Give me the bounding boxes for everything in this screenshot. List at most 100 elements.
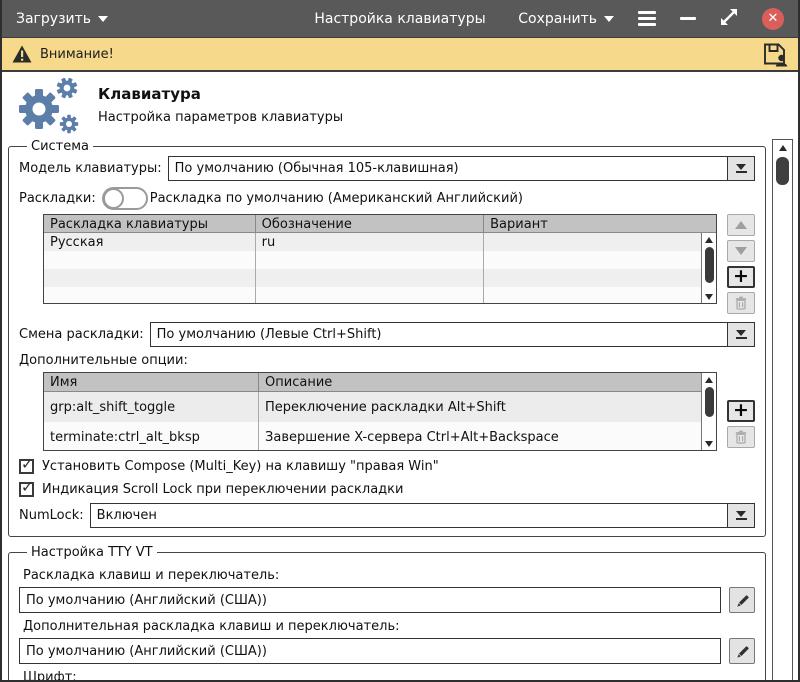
delete-layout-button[interactable] bbox=[727, 292, 755, 314]
scroll-down-icon[interactable] bbox=[702, 290, 716, 303]
move-up-button[interactable] bbox=[727, 214, 755, 236]
chevron-down-icon bbox=[736, 330, 746, 336]
scroll-up-icon[interactable] bbox=[702, 373, 716, 386]
layout-switch-row: Смена раскладки: По умолчанию (Левые Ctr… bbox=[19, 322, 755, 347]
table-row[interactable]: Русская ru bbox=[44, 233, 716, 251]
scroll-down-icon[interactable] bbox=[702, 437, 716, 450]
warning-text: Внимание! bbox=[40, 47, 114, 62]
add-option-button[interactable]: + bbox=[727, 400, 755, 422]
edit-tty-extra-layout-button[interactable] bbox=[729, 638, 755, 664]
minimize-button[interactable] bbox=[680, 17, 696, 20]
page-subtitle: Настройка параметров клавиатуры bbox=[98, 110, 343, 125]
chevron-down-icon bbox=[604, 16, 614, 22]
warning-banner: Внимание! bbox=[2, 37, 798, 72]
scrollbar-thumb[interactable] bbox=[776, 157, 789, 185]
tty-extra-layout-row: По умолчанию (Английский (США)) bbox=[19, 638, 755, 664]
tty-font-label: Шрифт: bbox=[23, 670, 755, 682]
keyboard-model-select[interactable]: По умолчанию (Обычная 105-клавишная) bbox=[168, 156, 755, 181]
keyboard-model-value: По умолчанию (Обычная 105-клавишная) bbox=[169, 157, 727, 180]
column-header: Обозначение bbox=[256, 215, 484, 232]
minimize-icon bbox=[680, 17, 696, 20]
keyboard-model-label: Модель клавиатуры: bbox=[19, 161, 162, 176]
trash-icon bbox=[734, 430, 748, 444]
cell-option-description: Переключение раскладки Alt+Shift bbox=[259, 392, 716, 422]
scrollbar-thumb[interactable] bbox=[705, 387, 714, 417]
tty-section: Настройка TTY VT Раскладка клавиш и пере… bbox=[8, 545, 766, 682]
chevron-down-icon bbox=[736, 164, 746, 170]
column-header: Раскладка клавиатуры bbox=[44, 215, 256, 232]
options-table-scrollbar[interactable] bbox=[701, 373, 716, 450]
layouts-table-scrollbar[interactable] bbox=[701, 233, 716, 303]
delete-option-button[interactable] bbox=[727, 426, 755, 448]
content: Система Модель клавиатуры: По умолчанию … bbox=[2, 137, 798, 682]
tty-extra-layout-field[interactable]: По умолчанию (Английский (США)) bbox=[19, 638, 721, 664]
numlock-select[interactable]: Включен bbox=[90, 503, 755, 528]
check-icon: ✓ bbox=[21, 455, 34, 473]
up-arrow-icon bbox=[735, 221, 747, 229]
dropdown-arrow-button[interactable] bbox=[727, 323, 754, 346]
layout-switch-select[interactable]: По умолчанию (Левые Ctrl+Shift) bbox=[150, 322, 755, 347]
expand-icon bbox=[720, 8, 738, 26]
keyboard-model-row: Модель клавиатуры: По умолчанию (Обычная… bbox=[19, 156, 755, 181]
add-layout-button[interactable]: + bbox=[727, 266, 755, 288]
column-header: Вариант bbox=[484, 215, 716, 232]
cell-layout-name: Русская bbox=[44, 233, 256, 251]
cell-option-description: Завершение X-сервера Ctrl+Alt+Backspace bbox=[259, 422, 716, 451]
save-menu-label: Сохранить bbox=[518, 11, 597, 27]
plus-icon: + bbox=[733, 267, 749, 286]
chevron-down-icon bbox=[98, 16, 108, 22]
menu-button[interactable] bbox=[638, 11, 656, 26]
close-button[interactable]: ✕ bbox=[762, 8, 784, 30]
tty-extra-layout-label: Дополнительная раскладка клавиш и перекл… bbox=[23, 619, 755, 634]
layout-switch-label: Смена раскладки: bbox=[19, 327, 144, 342]
layouts-table: Раскладка клавиатуры Обозначение Вариант… bbox=[43, 214, 717, 304]
system-section-legend: Система bbox=[27, 139, 93, 154]
scrolllock-checkbox-label: Индикация Scroll Lock при переключении р… bbox=[42, 482, 403, 497]
empty-row bbox=[44, 269, 716, 287]
toggle-knob bbox=[103, 188, 124, 209]
scroll-up-icon[interactable] bbox=[773, 140, 792, 155]
numlock-label: NumLock: bbox=[19, 508, 84, 523]
layouts-toggle-text: Раскладка по умолчанию (Американский Анг… bbox=[150, 191, 523, 206]
warning-icon bbox=[12, 45, 32, 63]
app-header: Клавиатура Настройка параметров клавиату… bbox=[2, 72, 798, 137]
extra-options-label: Дополнительные опции: bbox=[19, 353, 755, 368]
scrolllock-checkbox[interactable]: ✓ bbox=[19, 482, 34, 497]
close-icon: ✕ bbox=[768, 12, 779, 25]
main-scrollbar[interactable] bbox=[772, 139, 793, 682]
window: Настройка клавиатуры Загрузить Сохранить… bbox=[0, 0, 800, 682]
table-row[interactable]: terminate:ctrl_alt_bksp Завершение X-сер… bbox=[44, 422, 716, 451]
layouts-default-toggle[interactable] bbox=[102, 187, 148, 210]
system-section: Система Модель клавиатуры: По умолчанию … bbox=[8, 139, 766, 537]
compose-checkbox-row: ✓ Установить Compose (Multi_Key) на клав… bbox=[19, 459, 755, 474]
warning-save-button[interactable] bbox=[762, 42, 788, 67]
pencil-icon bbox=[734, 592, 750, 608]
maximize-button[interactable] bbox=[720, 8, 738, 30]
tty-layout-field[interactable]: По умолчанию (Английский (США)) bbox=[19, 587, 721, 613]
column-header: Описание bbox=[259, 373, 716, 391]
cell-option-name: grp:alt_shift_toggle bbox=[44, 392, 259, 422]
options-table: Имя Описание grp:alt_shift_toggle Перекл… bbox=[43, 372, 717, 451]
cell-layout-code: ru bbox=[256, 233, 484, 251]
layout-switch-value: По умолчанию (Левые Ctrl+Shift) bbox=[151, 323, 727, 346]
check-icon: ✓ bbox=[21, 478, 34, 496]
compose-checkbox[interactable]: ✓ bbox=[19, 459, 34, 474]
move-down-button[interactable] bbox=[727, 240, 755, 262]
table-row[interactable]: grp:alt_shift_toggle Переключение раскла… bbox=[44, 392, 716, 422]
layouts-row: Раскладки: Раскладка по умолчанию (Амери… bbox=[19, 187, 755, 210]
cell-layout-variant bbox=[484, 233, 716, 251]
dropdown-arrow-button[interactable] bbox=[727, 504, 754, 527]
tty-section-legend: Настройка TTY VT bbox=[27, 545, 157, 560]
dropdown-arrow-button[interactable] bbox=[727, 157, 754, 180]
keyboard-settings-gears-icon bbox=[12, 76, 82, 134]
layouts-table-header: Раскладка клавиатуры Обозначение Вариант bbox=[44, 215, 716, 233]
compose-checkbox-label: Установить Compose (Multi_Key) на клавиш… bbox=[42, 459, 439, 474]
scrollbar-thumb[interactable] bbox=[705, 247, 714, 283]
edit-tty-layout-button[interactable] bbox=[729, 587, 755, 613]
load-menu-button[interactable]: Загрузить bbox=[16, 11, 108, 27]
options-table-header: Имя Описание bbox=[44, 373, 716, 392]
titlebar: Настройка клавиатуры Загрузить Сохранить… bbox=[2, 0, 798, 37]
numlock-value: Включен bbox=[91, 504, 727, 527]
scroll-up-icon[interactable] bbox=[702, 233, 716, 246]
save-menu-button[interactable]: Сохранить bbox=[518, 11, 614, 27]
